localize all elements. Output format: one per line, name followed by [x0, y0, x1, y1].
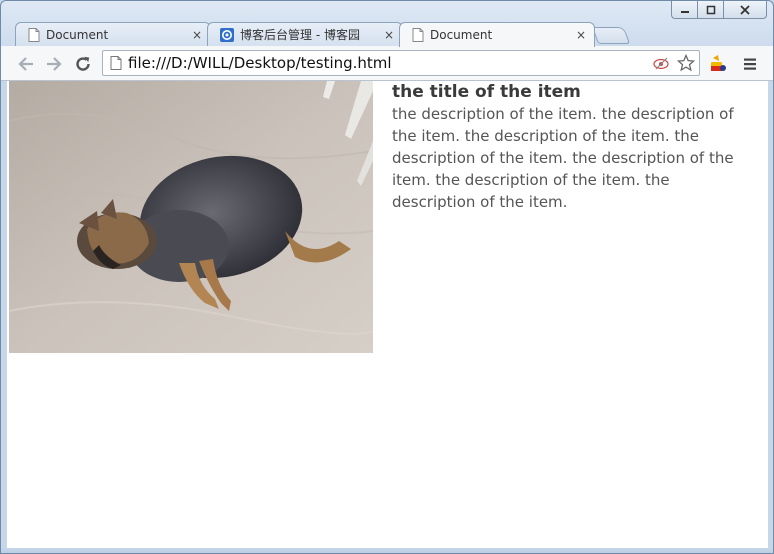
reload-button[interactable] [73, 54, 93, 74]
extension-button[interactable] [708, 54, 728, 74]
url-text[interactable]: file:///D:/WILL/Desktop/testing.html [128, 54, 653, 72]
item-description: the description of the item. the descrip… [392, 105, 734, 211]
maximize-button[interactable] [697, 1, 723, 19]
close-icon [740, 4, 750, 15]
back-arrow-icon [18, 57, 33, 71]
back-button[interactable] [16, 54, 36, 74]
tab-close-button[interactable]: × [384, 28, 394, 42]
close-window-button[interactable] [723, 1, 767, 19]
tab-document-active[interactable]: Document × [399, 22, 595, 47]
omnibox-actions [653, 54, 695, 72]
reload-icon [76, 56, 90, 71]
tab-title: Document [430, 28, 493, 42]
new-tab-button[interactable] [591, 27, 631, 44]
menu-button[interactable] [740, 54, 760, 74]
address-bar[interactable]: file:///D:/WILL/Desktop/testing.html [102, 50, 700, 76]
forward-button[interactable] [44, 54, 64, 74]
tab-close-button[interactable]: × [576, 28, 586, 42]
page-viewport: the title of the item the description of… [7, 81, 768, 548]
item-title: the title of the item [392, 82, 581, 102]
translate-eye-icon[interactable] [653, 56, 671, 70]
window-caption-buttons [671, 1, 767, 19]
star-bookmark-icon[interactable] [677, 54, 695, 72]
hamburger-menu-icon [744, 58, 756, 70]
tab-cnblogs[interactable]: 博客后台管理 - 博客园 × [207, 22, 403, 46]
minimize-icon [680, 10, 689, 13]
toolbar: file:///D:/WILL/Desktop/testing.html [1, 46, 773, 81]
tab-strip: Document × 博客后台管理 - 博客园 × Document × [7, 20, 707, 47]
browser-window: Document × 博客后台管理 - 博客园 × Document × fil… [0, 0, 774, 554]
restore-icon [706, 5, 715, 14]
page-icon [28, 27, 40, 42]
tab-title: Document [46, 27, 109, 42]
extension-icon [711, 55, 726, 71]
item-text-block: the title of the item the description of… [392, 81, 752, 213]
item-image [9, 81, 373, 353]
forward-arrow-icon [47, 57, 62, 71]
tab-title: 博客后台管理 - 博客园 [240, 28, 360, 42]
window-frame-bottom [1, 548, 773, 553]
tab-document-1[interactable]: Document × [15, 22, 211, 46]
cnblogs-icon [220, 27, 234, 42]
minimize-button[interactable] [671, 1, 697, 19]
page-icon [110, 56, 122, 70]
tab-close-button[interactable]: × [192, 28, 202, 42]
page-icon [412, 28, 424, 42]
